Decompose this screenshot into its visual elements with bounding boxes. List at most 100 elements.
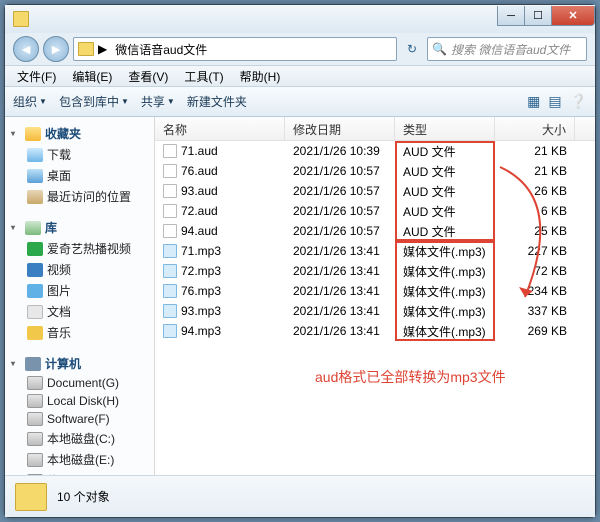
col-type[interactable]: 类型 xyxy=(395,117,495,140)
file-date: 2021/1/26 10:57 xyxy=(285,204,395,218)
view-options-icon[interactable]: ▦ xyxy=(527,93,540,110)
item-icon xyxy=(27,148,43,162)
maximize-button[interactable]: ☐ xyxy=(524,6,552,26)
drive-icon xyxy=(27,453,43,467)
chevron-down-icon: ▾ xyxy=(11,359,21,368)
folder-icon xyxy=(78,42,94,56)
label: 本地磁盘(C:) xyxy=(47,430,115,447)
tool-organize[interactable]: 组织▼ xyxy=(13,93,47,110)
folder-icon xyxy=(15,483,47,511)
file-row[interactable]: 72.aud2021/1/26 10:57AUD 文件6 KB xyxy=(155,201,595,221)
file-name: 94.mp3 xyxy=(181,324,221,338)
file-size: 6 KB xyxy=(495,204,575,218)
item-icon xyxy=(27,305,43,319)
file-icon xyxy=(163,284,177,298)
file-icon xyxy=(163,164,177,178)
file-row[interactable]: 94.aud2021/1/26 10:57AUD 文件25 KB xyxy=(155,221,595,241)
chevron-down-icon: ▼ xyxy=(167,97,175,106)
file-type: 媒体文件(.mp3) xyxy=(395,283,495,300)
file-date: 2021/1/26 13:41 xyxy=(285,324,395,338)
label: 音乐 xyxy=(47,324,71,341)
col-date[interactable]: 修改日期 xyxy=(285,117,395,140)
minimize-button[interactable]: ─ xyxy=(497,6,525,26)
menu-tools[interactable]: 工具(T) xyxy=(178,66,229,87)
file-date: 2021/1/26 10:57 xyxy=(285,164,395,178)
column-headers: 名称 修改日期 类型 大小 xyxy=(155,117,595,141)
label: 本地磁盘(E:) xyxy=(47,451,114,468)
search-input[interactable]: 🔍 搜索 微信语音aud文件 xyxy=(427,37,587,61)
file-row[interactable]: 76.mp32021/1/26 13:41媒体文件(.mp3)234 KB xyxy=(155,281,595,301)
menu-bar: 文件(F) 编辑(E) 查看(V) 工具(T) 帮助(H) xyxy=(5,65,595,87)
file-date: 2021/1/26 13:41 xyxy=(285,244,395,258)
sidebar-item[interactable]: 本地磁盘(C:) xyxy=(9,428,150,449)
sidebar-item[interactable]: 下载 xyxy=(9,144,150,165)
tool-newfolder[interactable]: 新建文件夹 xyxy=(187,93,247,110)
menu-view[interactable]: 查看(V) xyxy=(122,66,174,87)
menu-edit[interactable]: 编辑(E) xyxy=(66,66,118,87)
file-size: 21 KB xyxy=(495,144,575,158)
sidebar-item[interactable]: 音乐 xyxy=(9,322,150,343)
sidebar-item[interactable]: 桌面 xyxy=(9,165,150,186)
file-row[interactable]: 71.mp32021/1/26 13:41媒体文件(.mp3)227 KB xyxy=(155,241,595,261)
forward-button[interactable]: ► xyxy=(43,36,69,62)
library-icon xyxy=(25,221,41,235)
sidebar-favorites[interactable]: ▾收藏夹 xyxy=(9,123,150,144)
item-icon xyxy=(27,242,43,256)
file-name: 71.mp3 xyxy=(181,244,221,258)
label: 文档 xyxy=(47,303,71,320)
file-icon xyxy=(163,144,177,158)
close-button[interactable]: ✕ xyxy=(551,6,595,26)
file-row[interactable]: 94.mp3 2021/1/26 13:41媒体文件(.mp3)269 KB xyxy=(155,321,595,341)
label: 收藏夹 xyxy=(45,125,81,142)
file-list: 名称 修改日期 类型 大小 71.aud2021/1/26 10:39AUD 文… xyxy=(155,117,595,475)
file-row[interactable]: 71.aud2021/1/26 10:39AUD 文件21 KB xyxy=(155,141,595,161)
sidebar-libraries[interactable]: ▾库 xyxy=(9,217,150,238)
sidebar-item[interactable]: Document(G) xyxy=(9,374,150,392)
help-icon[interactable]: ❔ xyxy=(570,93,587,110)
drive-icon xyxy=(27,394,43,408)
tool-include[interactable]: 包含到库中▼ xyxy=(59,93,129,110)
file-size: 269 KB xyxy=(495,324,575,338)
menu-help[interactable]: 帮助(H) xyxy=(234,66,287,87)
chevron-down-icon: ▼ xyxy=(39,97,47,106)
tool-share[interactable]: 共享▼ xyxy=(141,93,175,110)
status-bar: 10 个对象 xyxy=(5,475,595,517)
sidebar-item[interactable]: 爱奇艺热播视频 xyxy=(9,238,150,259)
label: 图片 xyxy=(47,282,71,299)
file-size: 234 KB xyxy=(495,284,575,298)
breadcrumb-seg[interactable]: 微信语音aud文件 xyxy=(111,41,211,58)
back-button[interactable]: ◄ xyxy=(13,36,39,62)
item-icon xyxy=(27,326,43,340)
sidebar-computer[interactable]: ▾计算机 xyxy=(9,353,150,374)
item-icon xyxy=(27,190,43,204)
label: Software(F) xyxy=(47,412,110,426)
file-row[interactable]: 93.aud2021/1/26 10:57AUD 文件26 KB xyxy=(155,181,595,201)
file-type: 媒体文件(.mp3) xyxy=(395,323,495,340)
file-row[interactable]: 72.mp32021/1/26 13:41媒体文件(.mp3)72 KB xyxy=(155,261,595,281)
file-date: 2021/1/26 13:41 xyxy=(285,304,395,318)
file-date: 2021/1/26 10:57 xyxy=(285,224,395,238)
sidebar-item[interactable]: 视频 xyxy=(9,259,150,280)
file-type: AUD 文件 xyxy=(395,203,495,220)
sidebar-item[interactable]: 文档 xyxy=(9,301,150,322)
col-size[interactable]: 大小 xyxy=(495,117,575,140)
file-type: 媒体文件(.mp3) xyxy=(395,303,495,320)
preview-pane-icon[interactable]: ▤ xyxy=(548,93,561,110)
sidebar-item[interactable]: Local Disk(H) xyxy=(9,392,150,410)
sidebar-item[interactable]: 本地磁盘(E:) xyxy=(9,449,150,470)
file-row[interactable]: 76.aud2021/1/26 10:57AUD 文件21 KB xyxy=(155,161,595,181)
annotation-text: aud格式已全部转换为mp3文件 xyxy=(315,367,506,387)
star-icon xyxy=(25,127,41,141)
drive-icon xyxy=(27,432,43,446)
file-row[interactable]: 93.mp32021/1/26 13:41媒体文件(.mp3)337 KB xyxy=(155,301,595,321)
menu-file[interactable]: 文件(F) xyxy=(11,66,62,87)
sidebar-item[interactable]: 图片 xyxy=(9,280,150,301)
computer-icon xyxy=(25,357,41,371)
titlebar[interactable]: ─ ☐ ✕ xyxy=(5,5,595,33)
sidebar-item[interactable]: 最近访问的位置 xyxy=(9,186,150,207)
refresh-button[interactable]: ↻ xyxy=(401,38,423,60)
address-bar[interactable]: ▶ 微信语音aud文件 xyxy=(73,37,397,61)
col-name[interactable]: 名称 xyxy=(155,117,285,140)
sidebar-item[interactable]: Software(F) xyxy=(9,410,150,428)
search-icon: 🔍 xyxy=(432,42,447,56)
